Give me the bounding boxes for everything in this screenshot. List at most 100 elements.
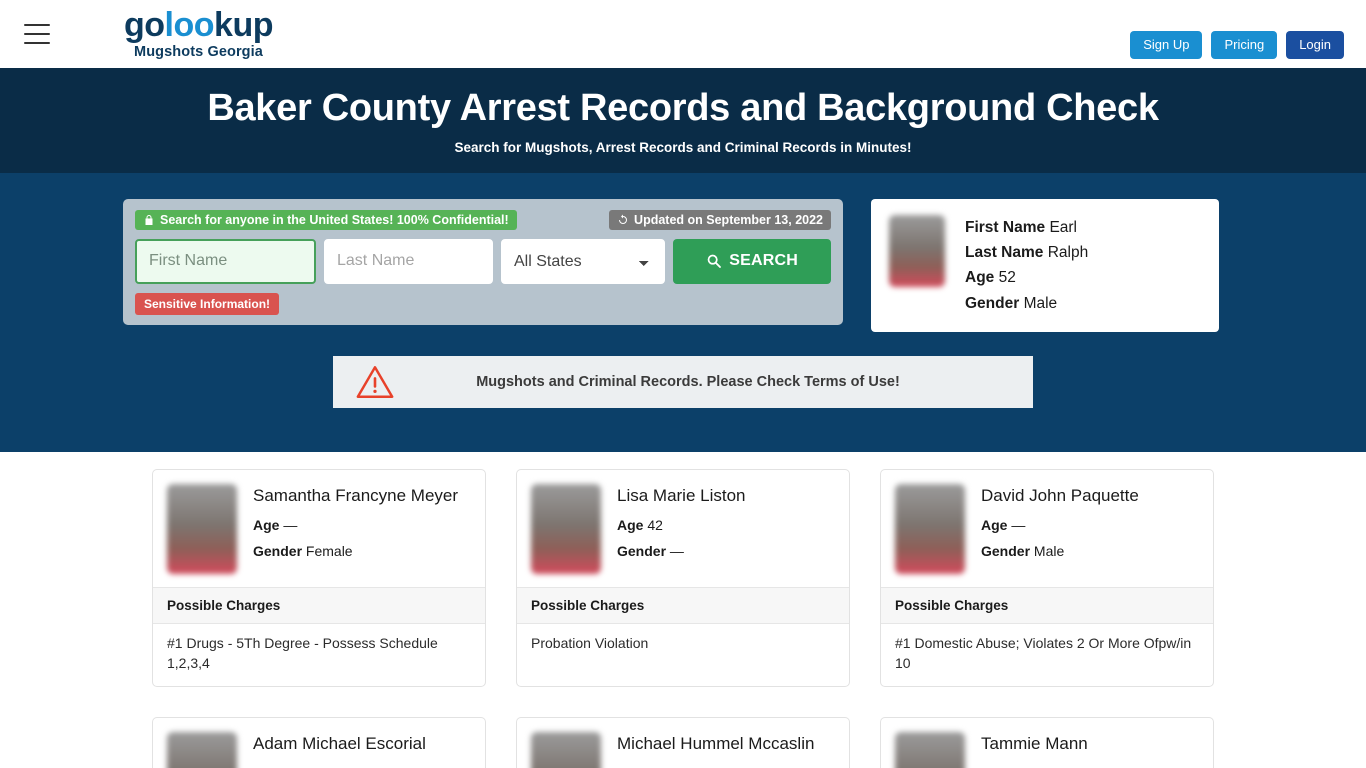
refresh-icon [619, 214, 628, 224]
result-card-header: Tammie Mann Age — [881, 718, 1213, 768]
result-age-row: Age 42 [617, 517, 746, 533]
search-section: Search for anyone in the United States! … [0, 172, 1366, 452]
search-panel: Search for anyone in the United States! … [123, 198, 843, 325]
result-card-header: Adam Michael Escorial Age — [153, 718, 485, 768]
featured-age-row: Age 52 [965, 265, 1088, 290]
result-card-info: Michael Hummel Mccaslin Age — [617, 732, 814, 768]
state-select[interactable]: All States [501, 238, 666, 284]
result-card-info: David John Paquette Age — Gender Male [981, 484, 1139, 574]
featured-age-value: 52 [998, 269, 1016, 287]
featured-gender-value: Male [1023, 294, 1058, 312]
mugshot-thumbnail [531, 731, 601, 768]
result-card-header: Samantha Francyne Meyer Age — Gender Fem… [153, 470, 485, 587]
result-gender-value: Male [1033, 543, 1065, 560]
hamburger-bar [24, 33, 50, 35]
result-gender-row: Gender Female [253, 543, 458, 559]
result-card-info: Samantha Francyne Meyer Age — Gender Fem… [253, 484, 458, 574]
featured-first-name-row: First Name Earl [965, 215, 1088, 240]
result-age-label: Age [981, 517, 1008, 534]
result-card-header: Lisa Marie Liston Age 42 Gender — [517, 470, 849, 587]
result-gender-label: Gender [981, 543, 1031, 560]
pricing-button[interactable]: Pricing [1211, 31, 1278, 60]
mugshot-thumbnail [895, 731, 965, 768]
result-card[interactable]: Michael Hummel Mccaslin Age — [516, 716, 850, 768]
result-card[interactable]: Adam Michael Escorial Age — [152, 716, 486, 768]
result-gender-row: Gender Male [981, 543, 1139, 559]
logo-wordmark: golookup [124, 8, 273, 42]
hamburger-bar [24, 24, 50, 26]
hamburger-bar [24, 42, 50, 44]
logo-subtitle: Mugshots Georgia [134, 44, 263, 61]
result-age-label: Age [253, 517, 280, 534]
result-gender-value: — [669, 543, 684, 560]
last-name-input[interactable] [324, 238, 493, 284]
possible-charges-text: #1 Domestic Abuse; Violates 2 Or More Of… [895, 634, 1192, 671]
result-card[interactable]: Samantha Francyne Meyer Age — Gender Fem… [152, 468, 486, 687]
result-gender-label: Gender [253, 543, 303, 560]
result-card-header: David John Paquette Age — Gender Male [881, 470, 1213, 587]
result-card-info: Tammie Mann Age — [981, 732, 1088, 768]
result-card-header: Michael Hummel Mccaslin Age — [517, 718, 849, 768]
result-gender-row: Gender — [617, 543, 746, 559]
result-person-name: Samantha Francyne Meyer [253, 485, 459, 505]
possible-charges-text: Probation Violation [531, 634, 649, 651]
sensitive-information-badge: Sensitive Information! [135, 292, 280, 315]
mugshot-thumbnail [531, 483, 601, 574]
featured-gender-label: Gender [965, 294, 1020, 312]
featured-record-card[interactable]: First Name Earl Last Name Ralph Age 52 G… [871, 198, 1219, 332]
mugshot-thumbnail [895, 483, 965, 574]
result-card[interactable]: David John Paquette Age — Gender Male Po… [880, 468, 1214, 687]
result-age-row: Age — [253, 517, 458, 533]
results-section: Samantha Francyne Meyer Age — Gender Fem… [0, 451, 1366, 768]
logo-text-go: go [124, 6, 165, 45]
search-button-label: SEARCH [729, 252, 799, 270]
logo-text-kup: kup [214, 6, 273, 45]
lock-icon [145, 214, 153, 225]
warning-banner-wrap: Mugshots and Criminal Records. Please Ch… [0, 355, 1366, 408]
confidential-badge: Search for anyone in the United States! … [135, 209, 517, 230]
hero-title-banner: Baker County Arrest Records and Backgrou… [0, 68, 1366, 173]
featured-last-name-row: Last Name Ralph [965, 240, 1088, 265]
result-age-value: 42 [647, 517, 663, 534]
result-card-info: Adam Michael Escorial Age — [253, 732, 426, 768]
result-person-name: David John Paquette [981, 485, 1139, 505]
featured-age-label: Age [965, 269, 995, 287]
result-card[interactable]: Lisa Marie Liston Age 42 Gender — Possib… [516, 468, 850, 687]
site-logo[interactable]: golookup Mugshots Georgia [124, 8, 273, 60]
search-badges-row: Search for anyone in the United States! … [135, 209, 831, 230]
confidential-badge-label: Search for anyone in the United States! … [160, 212, 509, 227]
hamburger-menu-icon[interactable] [24, 24, 50, 44]
featured-record-details: First Name Earl Last Name Ralph Age 52 G… [965, 215, 1088, 316]
result-age-row: Age — [981, 517, 1139, 533]
terms-warning-banner: Mugshots and Criminal Records. Please Ch… [333, 355, 1033, 408]
result-gender-value: Female [305, 543, 353, 560]
possible-charges-header: Possible Charges [517, 586, 849, 624]
possible-charges-text: #1 Drugs - 5Th Degree - Possess Schedule… [167, 634, 438, 671]
result-card[interactable]: Tammie Mann Age — [880, 716, 1214, 768]
nav-button-group: Sign Up Pricing Login [1130, 31, 1344, 60]
top-navigation-bar: golookup Mugshots Georgia Sign Up Pricin… [0, 0, 1366, 68]
mugshot-thumbnail [167, 731, 237, 768]
first-name-input[interactable] [135, 238, 316, 284]
updated-badge-label: Updated on September 13, 2022 [634, 212, 823, 227]
search-button[interactable]: SEARCH [673, 238, 831, 284]
result-person-name: Michael Hummel Mccaslin [617, 733, 815, 753]
featured-last-name-value: Ralph [1047, 244, 1089, 262]
featured-gender-row: Gender Male [965, 291, 1088, 316]
search-row: Search for anyone in the United States! … [123, 198, 1243, 332]
mugshot-thumbnail [167, 483, 237, 574]
featured-first-name-label: First Name [965, 218, 1046, 236]
featured-mugshot-avatar [889, 214, 945, 287]
featured-first-name-value: Earl [1049, 218, 1078, 236]
sensitive-info-row: Sensitive Information! [135, 292, 831, 315]
search-form: All States SEARCH [135, 238, 831, 284]
sign-up-button[interactable]: Sign Up [1130, 31, 1203, 60]
result-age-value: — [283, 517, 298, 534]
updated-badge: Updated on September 13, 2022 [609, 209, 831, 230]
page-title: Baker County Arrest Records and Backgrou… [207, 87, 1159, 129]
magnifier-icon [707, 254, 722, 269]
result-person-name: Lisa Marie Liston [617, 485, 746, 505]
result-age-value: — [1011, 517, 1026, 534]
login-button[interactable]: Login [1286, 31, 1344, 60]
page-subtitle: Search for Mugshots, Arrest Records and … [454, 139, 912, 155]
